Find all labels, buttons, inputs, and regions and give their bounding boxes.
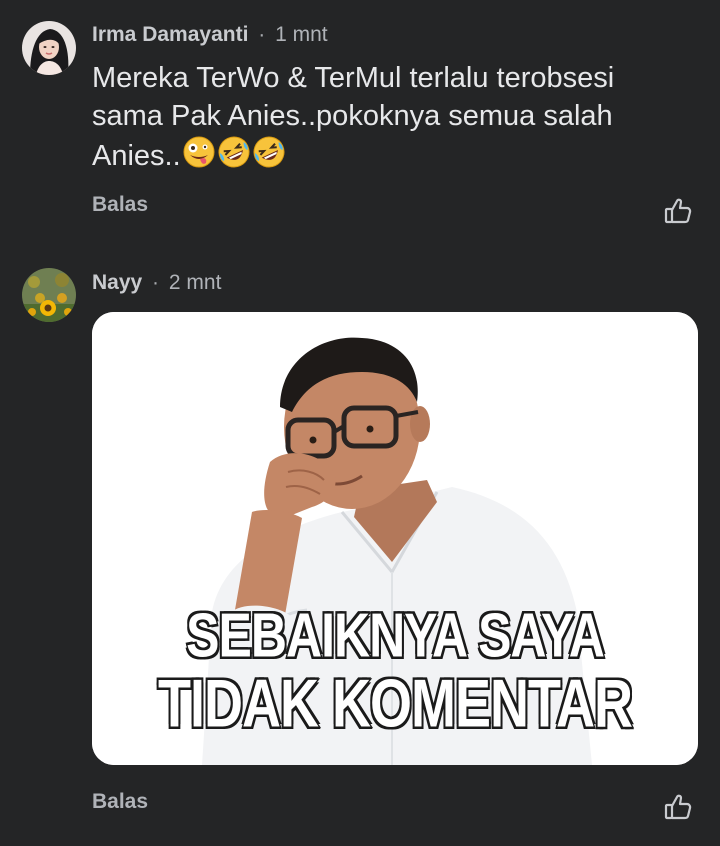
zany-face-emoji [182, 135, 216, 179]
meme-caption-line1: SEBAIKNYA SAYA [185, 598, 606, 671]
comment-item: Irma Damayanti · 1 mnt Mereka TerWo & Te… [0, 0, 720, 240]
author-name[interactable]: Nayy [92, 271, 142, 294]
meta-separator: · [152, 271, 160, 294]
reply-button[interactable]: Balas [92, 790, 148, 814]
meme-caption-line2: TIDAK KOMENTAR [157, 665, 634, 743]
comment-meta: Nayy · 2 mnt [92, 270, 221, 296]
meta-separator: · [258, 23, 266, 46]
avatar[interactable] [22, 268, 76, 322]
rolling-on-floor-laughing-emoji [252, 135, 286, 179]
thumbs-up-icon[interactable] [664, 793, 692, 821]
meme-image[interactable]: SEBAIKNYA SAYA TIDAK KOMENTAR [92, 312, 698, 765]
comment-meta: Irma Damayanti · 1 mnt [92, 22, 328, 48]
timestamp[interactable]: 2 mnt [169, 271, 222, 294]
reply-button[interactable]: Balas [92, 193, 148, 217]
comment-item: Nayy · 2 mnt SEBAIKNYA SAYA TIDAK KOMENT… [0, 240, 720, 846]
rolling-on-floor-laughing-emoji [217, 135, 251, 179]
comment-text-block: Mereka TerWo & TerMul terlalu terobsesi … [92, 59, 682, 179]
timestamp[interactable]: 1 mnt [275, 23, 328, 46]
comment-text: Mereka TerWo & TerMul terlalu terobsesi … [92, 62, 615, 172]
author-name[interactable]: Irma Damayanti [92, 23, 248, 46]
avatar[interactable] [22, 21, 76, 75]
thumbs-up-icon[interactable] [664, 197, 692, 225]
